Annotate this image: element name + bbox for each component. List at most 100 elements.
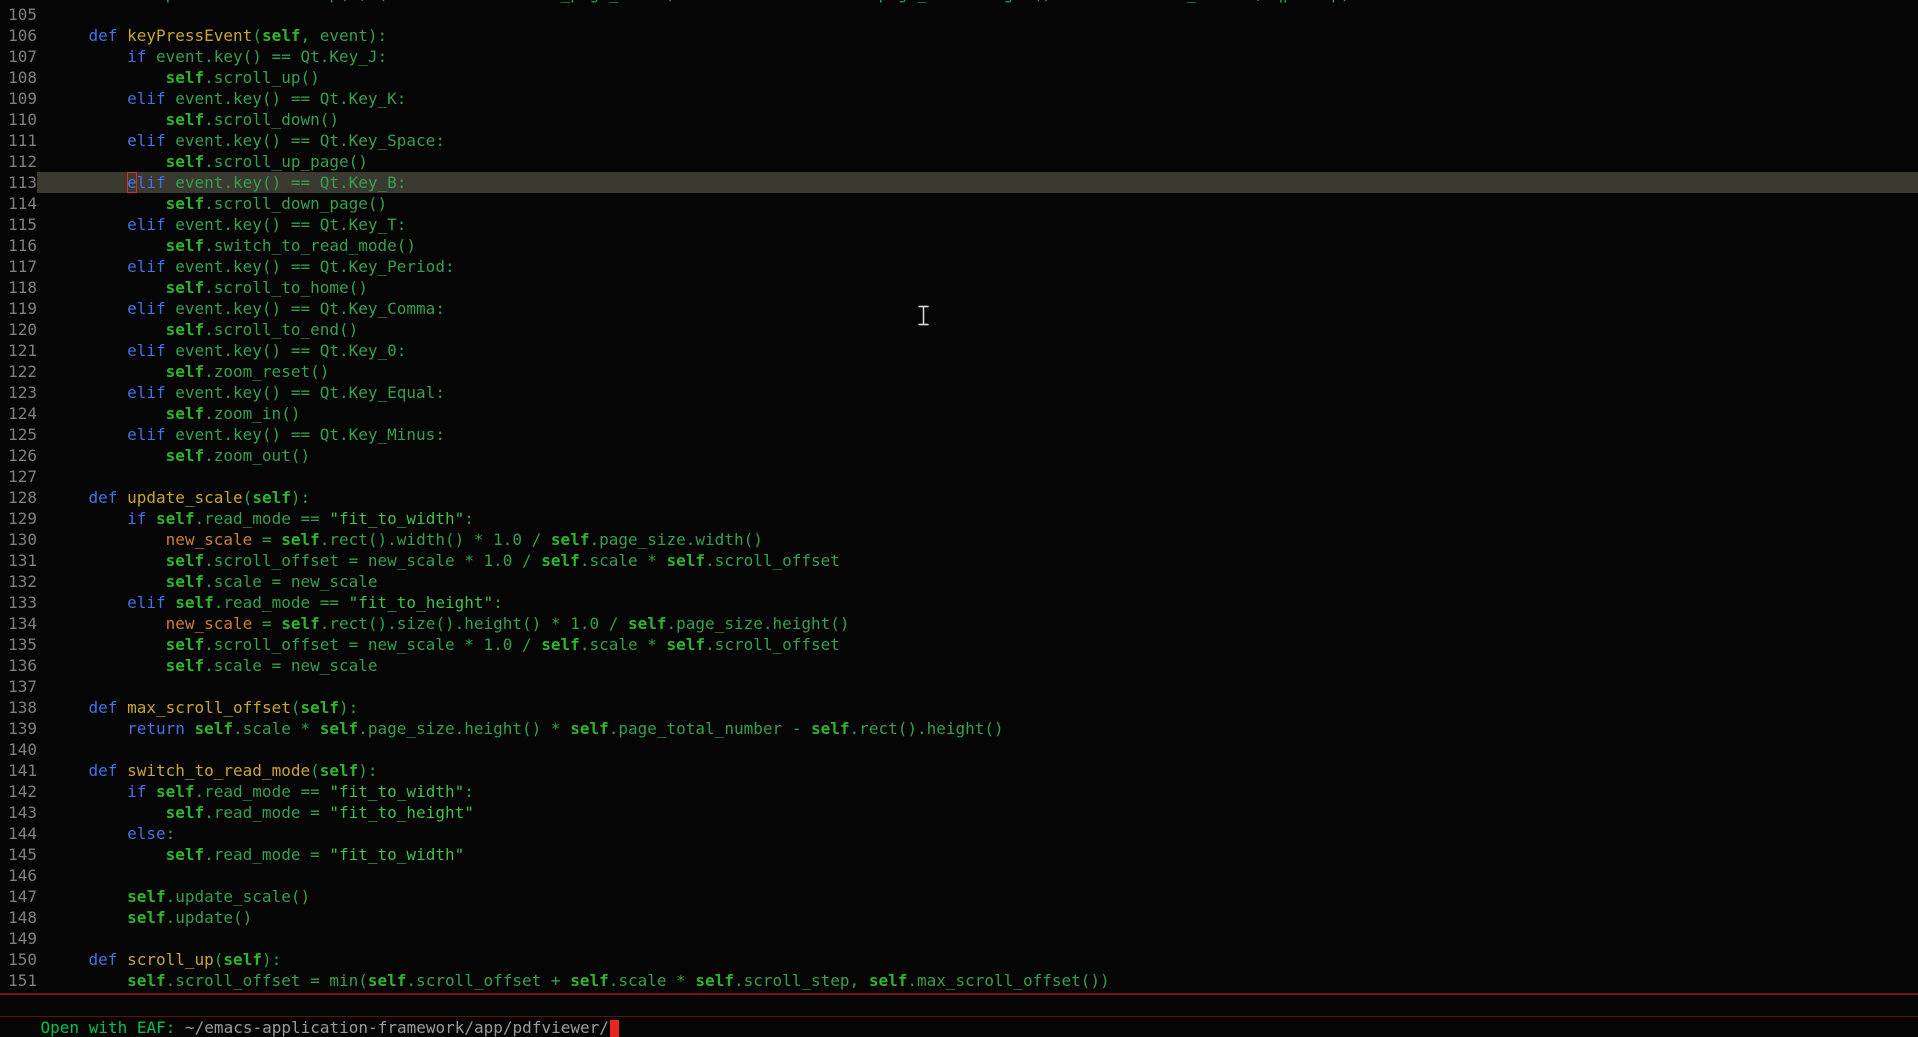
code-line[interactable]: 119 elif event.key() == Qt.Key_Comma: <box>0 298 1918 319</box>
code-line[interactable]: 126 self.zoom_out() <box>0 445 1918 466</box>
code-line[interactable]: 124 self.zoom_in() <box>0 403 1918 424</box>
code-line[interactable]: 111 elif event.key() == Qt.Key_Space: <box>0 130 1918 151</box>
code-text: def update_scale(self): <box>37 487 1918 508</box>
code-line[interactable]: 116 self.switch_to_read_mode() <box>0 235 1918 256</box>
code-line[interactable]: 134 new_scale = self.rect().size().heigh… <box>0 613 1918 634</box>
code-token: self <box>262 26 301 45</box>
minibuffer-input[interactable]: ~/emacs-application-framework/app/pdfvie… <box>185 1018 609 1037</box>
code-line[interactable]: 127 <box>0 466 1918 487</box>
code-token: painter.drawPixmap(0, (index - <box>50 0 464 3</box>
code-token: : <box>166 824 176 843</box>
code-line[interactable]: 142 if self.read_mode == "fit_to_width": <box>0 781 1918 802</box>
code-token: keyPressEvent <box>127 26 252 45</box>
line-number: 132 <box>0 571 37 592</box>
code-token <box>50 152 166 171</box>
code-token: self <box>570 719 609 738</box>
code-line[interactable]: 130 new_scale = self.rect().width() * 1.… <box>0 529 1918 550</box>
code-text: self.scroll_offset = min(self.scroll_off… <box>37 970 1918 991</box>
code-token: event.key() == Qt.Key_0: <box>166 341 407 360</box>
code-line[interactable]: 144 else: <box>0 823 1918 844</box>
code-token: def <box>89 761 118 780</box>
code-line[interactable]: 110 self.scroll_down() <box>0 109 1918 130</box>
code-line[interactable]: 105 <box>0 4 1918 25</box>
line-number: 111 <box>0 130 37 151</box>
code-line[interactable]: 121 elif event.key() == Qt.Key_0: <box>0 340 1918 361</box>
code-line[interactable]: 114 self.scroll_down_page() <box>0 193 1918 214</box>
line-number: 107 <box>0 46 37 67</box>
code-line[interactable]: 140 <box>0 739 1918 760</box>
code-token <box>50 278 166 297</box>
code-token: .max_scroll_offset()) <box>907 971 1109 990</box>
code-line[interactable]: 115 elif event.key() == Qt.Key_T: <box>0 214 1918 235</box>
code-token <box>50 320 166 339</box>
code-line[interactable]: 106 def keyPressEvent(self, event): <box>0 25 1918 46</box>
code-line[interactable]: 145 self.read_mode = "fit_to_width" <box>0 844 1918 865</box>
code-line[interactable]: 108 self.scroll_up() <box>0 67 1918 88</box>
code-token: self <box>166 152 205 171</box>
code-token: .read_mode == <box>214 593 349 612</box>
code-line[interactable]: 123 elif event.key() == Qt.Key_Equal: <box>0 382 1918 403</box>
code-line[interactable]: 135 self.scroll_offset = new_scale * 1.0… <box>0 634 1918 655</box>
code-line[interactable]: 107 if event.key() == Qt.Key_J: <box>0 46 1918 67</box>
code-token: self <box>281 614 320 633</box>
code-token <box>50 89 127 108</box>
code-text: self.scroll_up_page() <box>37 151 1918 172</box>
code-line[interactable]: 125 elif event.key() == Qt.Key_Minus: <box>0 424 1918 445</box>
code-line[interactable]: 133 elif self.read_mode == "fit_to_heigh… <box>0 592 1918 613</box>
code-token <box>50 572 166 591</box>
code-line[interactable]: 120 self.scroll_to_end() <box>0 319 1918 340</box>
code-token: ( <box>252 26 262 45</box>
line-number: 123 <box>0 382 37 403</box>
code-token: event.key() == Qt.Key_T: <box>166 215 407 234</box>
code-token <box>185 719 195 738</box>
line-number: 146 <box>0 865 37 886</box>
code-token <box>50 551 166 570</box>
code-line[interactable]: 139 return self.scale * self.page_size.h… <box>0 718 1918 739</box>
line-number: 130 <box>0 529 37 550</box>
code-token <box>50 110 166 129</box>
code-line[interactable]: 150 def scroll_up(self): <box>0 949 1918 970</box>
code-line[interactable]: 143 self.read_mode = "fit_to_height" <box>0 802 1918 823</box>
code-token: .scroll_down_page() <box>204 194 387 213</box>
code-token: self <box>166 404 205 423</box>
code-token: scroll_up <box>127 950 214 969</box>
line-number: 121 <box>0 340 37 361</box>
code-line[interactable]: 147 self.update_scale() <box>0 886 1918 907</box>
code-token <box>50 635 166 654</box>
code-editor[interactable]: 104 painter.drawPixmap(0, (index - self.… <box>0 0 1918 993</box>
code-token: self <box>156 509 195 528</box>
code-line[interactable]: 138 def max_scroll_offset(self): <box>0 697 1918 718</box>
code-line[interactable]: 132 self.scale = new_scale <box>0 571 1918 592</box>
code-line[interactable]: 131 self.scroll_offset = new_scale * 1.0… <box>0 550 1918 571</box>
line-number: 149 <box>0 928 37 949</box>
code-line[interactable]: 117 elif event.key() == Qt.Key_Period: <box>0 256 1918 277</box>
code-text: self.scroll_to_home() <box>37 277 1918 298</box>
line-number: 113 <box>0 172 37 193</box>
code-line[interactable]: 151 self.scroll_offset = min(self.scroll… <box>0 970 1918 991</box>
code-line[interactable]: 122 self.zoom_reset() <box>0 361 1918 382</box>
code-line-current[interactable]: 113 elif event.key() == Qt.Key_B: <box>0 172 1918 193</box>
code-text: def switch_to_read_mode(self): <box>37 760 1918 781</box>
code-line[interactable]: 146 <box>0 865 1918 886</box>
code-token <box>50 68 166 87</box>
code-line[interactable]: 128 def update_scale(self): <box>0 487 1918 508</box>
code-text: self.update() <box>37 907 1918 928</box>
code-token: .zoom_reset() <box>204 362 329 381</box>
code-token <box>50 215 127 234</box>
mouse-ibeam-cursor <box>917 305 930 331</box>
code-token: if <box>127 509 146 528</box>
code-token: self <box>695 971 734 990</box>
code-line[interactable]: 149 <box>0 928 1918 949</box>
minibuffer[interactable]: Open with EAF: ~/emacs-application-frame… <box>0 996 1918 1017</box>
code-token: .page_total_number - <box>609 719 811 738</box>
code-line[interactable]: 109 elif event.key() == Qt.Key_K: <box>0 88 1918 109</box>
code-line[interactable]: 112 self.scroll_up_page() <box>0 151 1918 172</box>
code-line[interactable]: 136 self.scale = new_scale <box>0 655 1918 676</box>
code-token: ): <box>291 488 310 507</box>
code-line[interactable]: 148 self.update() <box>0 907 1918 928</box>
code-line[interactable]: 129 if self.read_mode == "fit_to_width": <box>0 508 1918 529</box>
code-line[interactable]: 137 <box>0 676 1918 697</box>
code-line[interactable]: 118 self.scroll_to_home() <box>0 277 1918 298</box>
code-token: .zoom_in() <box>204 404 300 423</box>
code-line[interactable]: 141 def switch_to_read_mode(self): <box>0 760 1918 781</box>
